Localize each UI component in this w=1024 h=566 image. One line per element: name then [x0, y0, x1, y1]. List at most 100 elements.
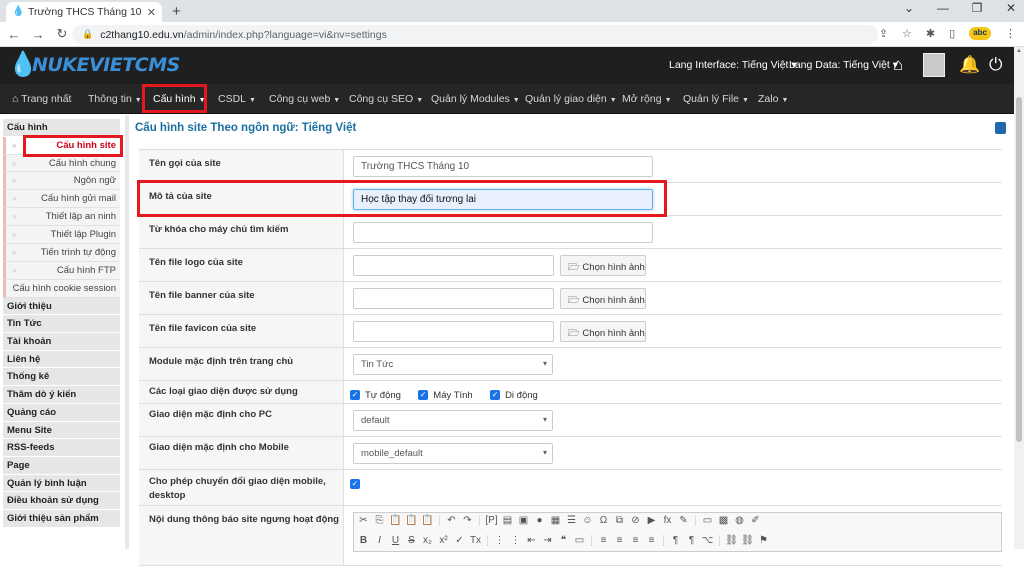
indent-icon[interactable]: ⇥: [541, 535, 554, 546]
globe-icon[interactable]: ◍: [733, 515, 746, 526]
extensions-icon[interactable]: ✱: [926, 27, 935, 40]
choose-banner-button[interactable]: 🗁 Chọn hình ảnh: [560, 288, 646, 309]
keywords-input[interactable]: [353, 222, 653, 243]
sidebar-item-an-ninh[interactable]: Thiết lập an ninh: [3, 208, 120, 227]
menu-quan-ly-modules[interactable]: Quản lý Modules ▼: [431, 93, 520, 105]
pc-theme-select[interactable]: default ▾: [353, 410, 553, 431]
switch-checkbox[interactable]: ✓: [350, 479, 365, 489]
theme-auto-checkbox[interactable]: ✓ Tự động: [350, 390, 401, 401]
rich-text-editor[interactable]: ✂ ⎘ 📋 📋 📋 ↶ ↷ [P] ▤ ▣ ● ▦ ☰ ☺ Ω ⧉ ⊘ ▶ fx ✎ ▭ ▩ ◍ ✐ B I U Sx₂ x² ✓…: [353, 512, 1002, 552]
minimize-icon[interactable]: —: [936, 1, 950, 15]
sidebar-item-cau-hinh-chung[interactable]: Cấu hình chung: [3, 154, 120, 173]
paste-text-icon[interactable]: 📋: [405, 515, 418, 526]
sidebar-group[interactable]: Điều khoản sử dụng: [3, 492, 120, 510]
sidebar-item-gui-mail[interactable]: Cấu hình gửi mail: [3, 190, 120, 209]
banner-input[interactable]: [353, 288, 554, 309]
youtube-icon[interactable]: ▶: [645, 515, 658, 526]
anchor-icon[interactable]: ⚑: [757, 535, 770, 546]
new-tab-icon[interactable]: +: [172, 3, 181, 20]
sidebar-group[interactable]: Quảng cáo: [3, 403, 120, 422]
sidebar-group[interactable]: Giới thiệu sản phẩm: [3, 509, 120, 528]
url-field[interactable]: 🔒 c2thang10.edu.vn /admin/index.php?lang…: [72, 25, 878, 44]
spell-icon[interactable]: ✎: [677, 515, 690, 526]
scrollbar-thumb[interactable]: [1016, 97, 1022, 442]
close-window-icon[interactable]: ✕: [1004, 1, 1018, 15]
menu-thong-tin[interactable]: Thông tin ▼: [88, 93, 142, 105]
rtl-icon[interactable]: ¶: [685, 535, 698, 546]
div-icon[interactable]: ▭: [573, 535, 586, 546]
align-left-icon[interactable]: ≡: [597, 535, 610, 546]
menu-quan-ly-file[interactable]: Quản lý File ▼: [683, 93, 749, 105]
ltr-icon[interactable]: ¶: [669, 535, 682, 546]
media-icon[interactable]: ▩: [717, 515, 730, 526]
reload-icon[interactable]: ↻: [52, 26, 72, 42]
sidebar-group[interactable]: Thống kê: [3, 368, 120, 387]
sidebar-group[interactable]: RSS-feeds: [3, 439, 120, 457]
placeholder-icon[interactable]: [P]: [485, 515, 498, 526]
favicon-input[interactable]: [353, 321, 554, 342]
menu-trang-nhat[interactable]: ⌂ Trang nhất: [12, 93, 71, 105]
menu-zalo[interactable]: Zalo ▼: [758, 93, 788, 105]
link-add-icon[interactable]: ⛓: [725, 535, 738, 546]
sidebar-scrollbar[interactable]: [125, 115, 129, 549]
site-name-input[interactable]: [353, 156, 653, 177]
sidebar-group[interactable]: Quản lý bình luận: [3, 474, 120, 493]
brush-icon[interactable]: ✐: [749, 515, 762, 526]
table-icon[interactable]: ▦: [549, 515, 562, 526]
avatar[interactable]: [923, 53, 945, 77]
share-icon[interactable]: ⇪: [879, 27, 888, 40]
justify-icon[interactable]: ≡: [645, 535, 658, 546]
close-tab-icon[interactable]: ✕: [147, 6, 156, 19]
paste-word-icon[interactable]: 📋: [421, 515, 434, 526]
sidebar-group[interactable]: Tài khoản: [3, 333, 120, 351]
outdent-icon[interactable]: ⇤: [525, 535, 538, 546]
sidebar-group[interactable]: Page: [3, 456, 120, 475]
flash-icon[interactable]: ●: [533, 515, 546, 526]
menu-mo-rong[interactable]: Mở rộng ▼: [622, 93, 672, 105]
sidebar-group[interactable]: Tin Tức: [3, 315, 120, 334]
forward-icon[interactable]: →: [28, 27, 48, 42]
chevron-down-icon[interactable]: ⌄: [902, 1, 916, 15]
browser-tab[interactable]: 💧 Trường THCS Tháng 10 - Quản lý ✕: [6, 2, 162, 22]
bulleted-list-icon[interactable]: ⋮: [509, 535, 522, 546]
clear-format-icon[interactable]: Tx: [469, 535, 482, 546]
choose-favicon-button[interactable]: 🗁 Chọn hình ảnh: [560, 321, 646, 342]
sidebar-group[interactable]: Menu Site: [3, 421, 120, 440]
omega-icon[interactable]: Ω: [597, 515, 610, 526]
scroll-up-icon[interactable]: ▲: [1016, 48, 1022, 54]
sidebar-group[interactable]: Liên hệ: [3, 350, 120, 369]
strike-icon[interactable]: S: [405, 535, 418, 546]
smiley-icon[interactable]: ☺: [581, 515, 594, 526]
cut-icon[interactable]: ✂: [357, 515, 370, 526]
underline-icon[interactable]: U: [389, 535, 402, 546]
default-module-select[interactable]: Tin Tức ▾: [353, 354, 553, 375]
iframe-icon[interactable]: ⧉: [613, 515, 626, 526]
book-icon[interactable]: [995, 122, 1006, 134]
numbered-list-icon[interactable]: ⋮: [493, 535, 506, 546]
back-icon[interactable]: ←: [4, 27, 24, 42]
link-icon[interactable]: ⊘: [629, 515, 642, 526]
lang-interface-dropdown[interactable]: Lang Interface: Tiếng Việt ▾: [669, 59, 797, 71]
menu-quan-ly-giao-dien[interactable]: Quản lý giao diện ▼: [525, 93, 617, 105]
italic-icon[interactable]: I: [373, 535, 386, 546]
copy-format-icon[interactable]: ✓: [453, 535, 466, 546]
sidebar-item-ngon-ngu[interactable]: Ngôn ngữ: [3, 172, 120, 191]
template-icon[interactable]: ▤: [501, 515, 514, 526]
form-icon[interactable]: ▭: [701, 515, 714, 526]
power-icon[interactable]: ⏻: [989, 55, 1002, 75]
superscript-icon[interactable]: x²: [437, 535, 450, 546]
subscript-icon[interactable]: x₂: [421, 535, 434, 546]
undo-icon[interactable]: ↶: [445, 515, 458, 526]
sidebar-group[interactable]: Thăm dò ý kiến: [3, 386, 120, 404]
bell-icon[interactable]: 🔔: [959, 55, 980, 75]
theme-mobile-checkbox[interactable]: ✓ Di động: [490, 390, 538, 401]
sidebar-item-plugin[interactable]: Thiết lập Plugin: [3, 226, 120, 245]
choose-logo-button[interactable]: 🗁 Chọn hình ảnh: [560, 255, 646, 276]
hr-icon[interactable]: ☰: [565, 515, 578, 526]
sidebar-group[interactable]: Giới thiệu: [3, 297, 120, 316]
align-right-icon[interactable]: ≡: [629, 535, 642, 546]
logo-input[interactable]: [353, 255, 554, 276]
mobile-theme-select[interactable]: mobile_default ▾: [353, 443, 553, 464]
paste-icon[interactable]: 📋: [389, 515, 402, 526]
theme-pc-checkbox[interactable]: ✓ Máy Tính: [418, 390, 473, 401]
